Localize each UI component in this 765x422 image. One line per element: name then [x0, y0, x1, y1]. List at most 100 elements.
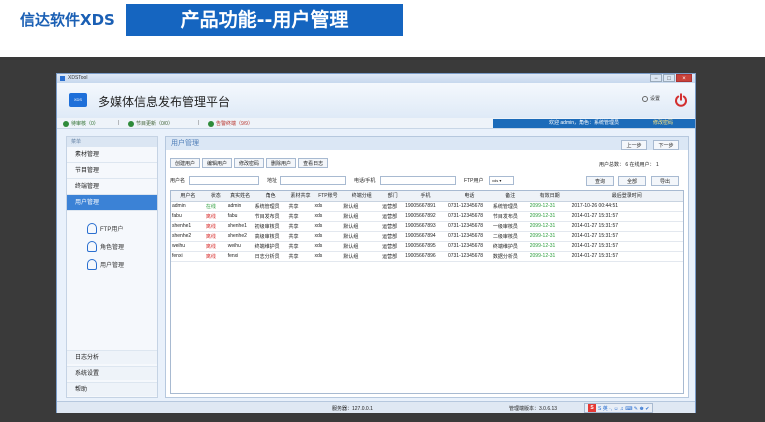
table-header-row: 用户名 状态 真实姓名 角色 素材共享 FTP账号 终端分组 部门 手机 电话 备注 有效日期 最后登录… [171, 191, 683, 202]
table-cell: 共享 [287, 221, 314, 232]
sidebar-item-help[interactable]: 帮助 [67, 382, 157, 396]
sidebar-item-terminal[interactable]: 终端管理 [67, 179, 157, 195]
table-cell: fenxi [226, 251, 254, 262]
sidebar-item-program[interactable]: 节目管理 [67, 163, 157, 179]
user-icon [87, 241, 97, 252]
separator: | [118, 120, 120, 126]
column-header[interactable]: 手机 [404, 191, 447, 202]
search-button[interactable]: 查询 [586, 176, 614, 186]
sidebar: 菜单 素材管理 节目管理 终端管理 用户管理 FTP用户 角色管理 用户管理 日… [66, 136, 158, 398]
edit-user-button[interactable]: 编辑用户 [202, 158, 233, 168]
column-header[interactable]: FTP账号 [313, 191, 343, 202]
table-cell: 2014-01-27 15:31:57 [570, 221, 683, 232]
table-row[interactable]: fabu 离线 fabu 节目发布员 共享 xds 默认组 运营部 19005667892 073… [171, 211, 683, 222]
column-header[interactable]: 素材共享 [287, 191, 314, 202]
table-row[interactable]: weihu 离线 weihu 终端维护员 共享 xds 默认组 运营部 19005667895 0… [171, 241, 683, 252]
settings-button[interactable]: 设置 [642, 95, 660, 102]
table-cell: 高级审核员 [253, 231, 288, 242]
table-cell: 离线 [204, 251, 227, 262]
close-button[interactable]: × [676, 74, 692, 82]
table-cell: 19005667892 [404, 211, 447, 222]
column-header[interactable]: 角色 [253, 191, 288, 202]
sub-label: 角色管理 [100, 245, 125, 251]
column-header[interactable]: 终端分组 [342, 191, 382, 202]
table-cell: shenhe2 [226, 231, 254, 242]
table-cell: 默认组 [342, 251, 382, 262]
table-row[interactable]: shenhe2 离线 shenhe2 高级审核员 共享 xds 默认组 运营部 19005667… [171, 231, 683, 242]
column-header[interactable]: 状态 [204, 191, 227, 202]
table-cell: shenhe1 [226, 221, 254, 232]
table-cell: 默认组 [342, 201, 382, 212]
alarm-terminal-status[interactable]: 告警终端（9/9） [208, 120, 253, 127]
column-header[interactable]: 部门 [381, 191, 405, 202]
address-input[interactable] [280, 176, 346, 185]
table-cell: 系统管理员 [491, 201, 529, 212]
table-cell: 共享 [287, 241, 314, 252]
minimize-button[interactable]: − [650, 74, 662, 82]
prev-step-button[interactable]: 上一步 [621, 140, 647, 150]
table-cell: xds [313, 211, 343, 222]
table-cell: 2099-12-31 [528, 241, 571, 252]
address-label: 地址 [267, 178, 278, 184]
view-log-button[interactable]: 查看日志 [298, 158, 329, 168]
next-step-button[interactable]: 下一步 [653, 140, 679, 150]
ftp-user-select[interactable]: xds ▾ [489, 176, 514, 185]
pending-review-status[interactable]: 待审核（0） [63, 120, 99, 127]
column-header[interactable]: 备注 [491, 191, 529, 202]
create-user-button[interactable]: 创建用户 [170, 158, 201, 168]
column-header[interactable]: 有效日期 [528, 191, 571, 202]
table-cell: weihu [226, 241, 254, 252]
window-controls: − □ × [649, 74, 692, 82]
user-management-panel: 用户管理 上一步 下一步 创建用户 编辑用户 修改密码 删除用户 查看日志 用户… [165, 136, 689, 398]
table-cell: 2014-01-27 15:31:57 [570, 211, 683, 222]
table-row[interactable]: shenhe1 离线 shenhe1 初级审核员 共享 xds 默认组 运营部 19005667… [171, 221, 683, 232]
table-cell: 2014-01-27 15:31:57 [570, 231, 683, 242]
sidebar-item-settings[interactable]: 系统设置 [67, 366, 157, 380]
show-all-button[interactable]: 全部 [618, 176, 646, 186]
ime-toolbar[interactable]: S S 英 ·, ☺ ♫ ⌨ ✎ ♚ ✔ [584, 403, 654, 413]
change-password-button[interactable]: 修改密码 [234, 158, 265, 168]
table-cell: 0731-12345678 [446, 251, 492, 262]
phone-input[interactable] [380, 176, 456, 185]
column-header[interactable]: 最后登录时间 [570, 191, 683, 202]
sidebar-sub-ftp-user[interactable]: FTP用户 [87, 223, 123, 234]
table-row[interactable]: fenxi 离线 fenxi 日志分析员 共享 xds 默认组 运营部 19005667896 0… [171, 251, 683, 262]
column-header[interactable]: 电话 [446, 191, 492, 202]
maximize-button[interactable]: □ [663, 74, 675, 82]
sidebar-item-user[interactable]: 用户管理 [67, 195, 157, 211]
table-cell: 共享 [287, 251, 314, 262]
window-titlebar[interactable]: XDSTool − □ × [57, 74, 695, 83]
username-input[interactable] [189, 176, 259, 185]
table-cell: 数据分析员 [491, 251, 529, 262]
export-button[interactable]: 导出 [651, 176, 679, 186]
slide-title: 产品功能--用户管理 [126, 4, 403, 36]
sidebar-sub-user[interactable]: 用户管理 [87, 259, 124, 270]
sidebar-item-log[interactable]: 日志分析 [67, 350, 157, 364]
table-cell: 一级审核员 [491, 221, 529, 232]
table-row[interactable]: admin 在线 admin 系统管理员 共享 xds 默认组 运营部 19005667891 0… [171, 201, 683, 212]
table-cell: shenhe1 [171, 221, 205, 232]
table-cell: 0731-12345678 [446, 201, 492, 212]
status-dot-icon [128, 120, 134, 127]
sidebar-item-material[interactable]: 素材管理 [67, 147, 157, 163]
table-cell: 系统管理员 [253, 201, 288, 212]
table-cell: 共享 [287, 211, 314, 222]
table-cell: 2099-12-31 [528, 201, 571, 212]
pending-review-label: 待审核（0） [71, 121, 99, 127]
table-cell: 0731-12345678 [446, 221, 492, 232]
table-cell: 运营部 [381, 231, 405, 242]
window-title: XDSTool [68, 75, 88, 81]
table-cell: 终端维护员 [253, 241, 288, 252]
column-header[interactable]: 真实姓名 [226, 191, 254, 202]
delete-user-button[interactable]: 删除用户 [266, 158, 297, 168]
table-cell: 节目发布员 [491, 211, 529, 222]
power-icon[interactable] [674, 93, 688, 107]
status-dot-icon [208, 120, 214, 127]
table-cell: 在线 [204, 201, 227, 212]
change-password-link[interactable]: 修改密码 [653, 119, 673, 128]
column-header[interactable]: 用户名 [171, 191, 205, 202]
program-update-status[interactable]: 节目更新（0/0） [128, 120, 173, 127]
program-update-label: 节目更新（0/0） [136, 121, 173, 127]
sidebar-sub-role[interactable]: 角色管理 [87, 241, 124, 252]
table-cell: 2014-01-27 15:31:57 [570, 251, 683, 262]
